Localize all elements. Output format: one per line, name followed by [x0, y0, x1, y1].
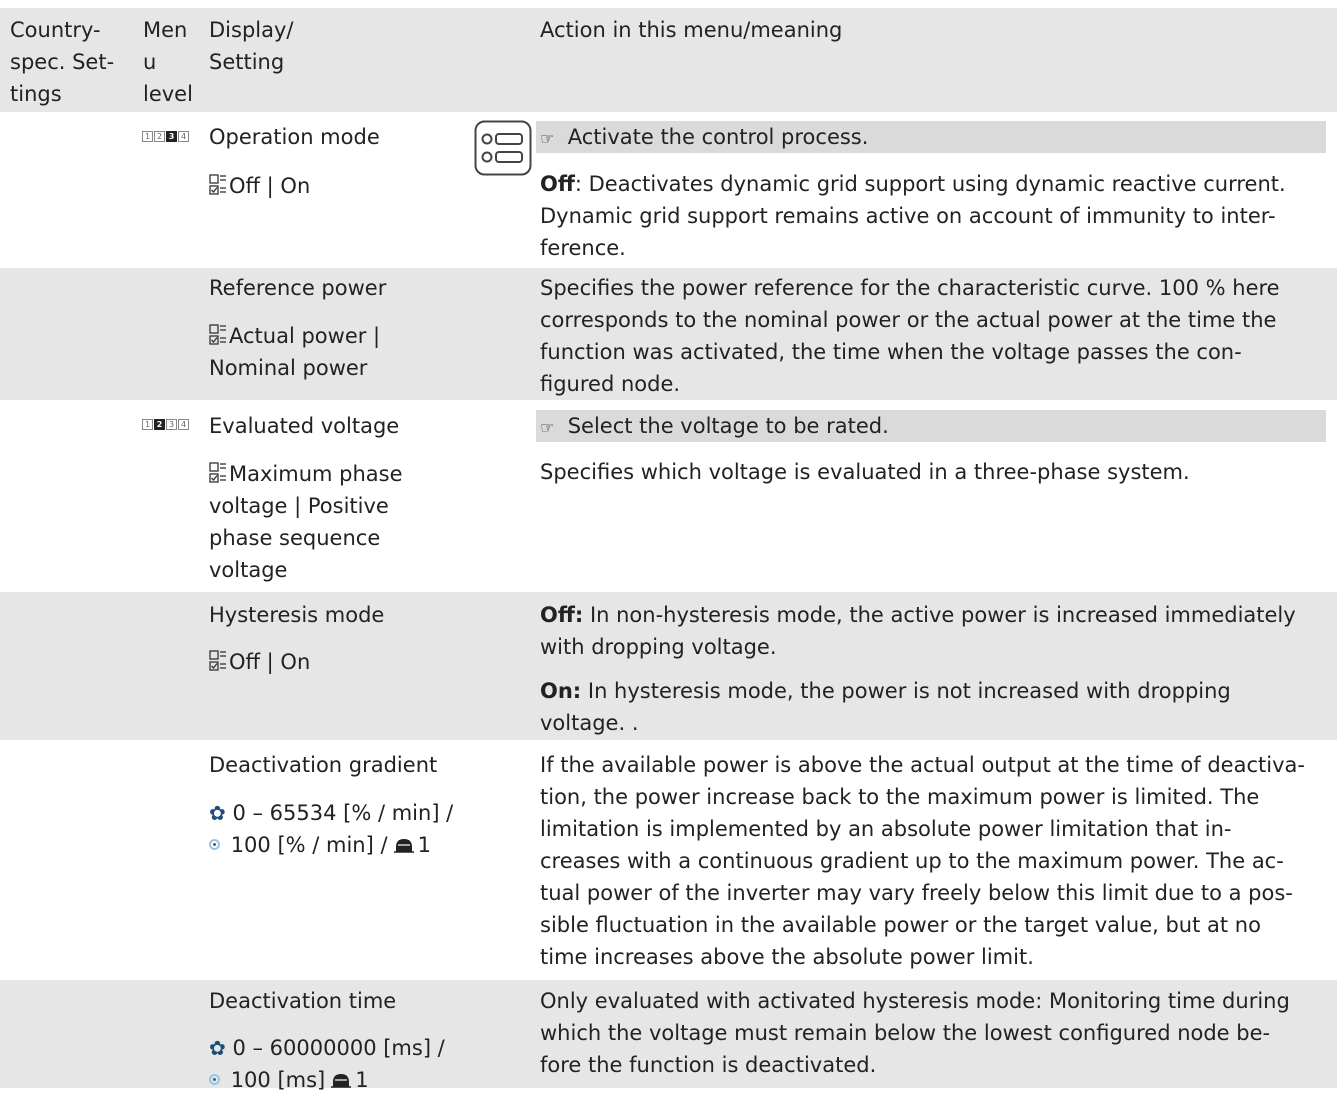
- setting-range: ✿ 0 – 65534 [% / min] /: [209, 801, 454, 825]
- setting-default: 100 [% / min] /1: [209, 829, 431, 861]
- setting-name: Evaluated voltage: [209, 414, 400, 438]
- header-menu-level: Men u level: [143, 18, 193, 106]
- setting-range: ✿ 0 – 60000000 [ms] /: [209, 1036, 445, 1060]
- action-hint: ☞ Select the voltage to be rated.: [540, 414, 889, 438]
- header-country: Country- spec. Set- tings: [10, 18, 115, 106]
- table-header: Country- spec. Set- tings Men u level Di…: [0, 8, 1337, 114]
- table-row: Deactivation gradient ✿ 0 – 65534 [% / m…: [0, 744, 1337, 978]
- select-list-icon: [209, 462, 226, 483]
- setting-options: Actual power | Nominal power: [209, 324, 381, 380]
- setting-name: Deactivation gradient: [209, 753, 438, 777]
- access-level-icon: [393, 839, 414, 853]
- action-description: Specifies which voltage is evaluated in …: [540, 460, 1190, 484]
- action-description-off: Off: In non-hysteresis mode, the active …: [540, 603, 1296, 659]
- setting-name: Reference power: [209, 276, 387, 300]
- header-action: Action in this menu/meaning: [540, 18, 843, 42]
- pointing-hand-icon: ☞: [540, 129, 555, 148]
- default-value-icon: [209, 1074, 220, 1085]
- menu-level-indicator: 1234: [142, 131, 189, 142]
- gear-icon: ✿: [209, 801, 226, 825]
- default-value-icon: [209, 839, 220, 850]
- table-row: Deactivation time ✿ 0 – 60000000 [ms] / …: [0, 980, 1337, 1092]
- setting-options: Maximum phase voltage | Positive phase s…: [209, 462, 403, 582]
- select-list-icon: [209, 650, 226, 671]
- setting-name: Hysteresis mode: [209, 603, 385, 627]
- header-display-setting: Display/ Setting: [209, 18, 294, 74]
- select-list-icon: [209, 174, 226, 195]
- action-description: If the available power is above the actu…: [540, 753, 1305, 969]
- setting-options: Off | On: [209, 646, 310, 678]
- table-row: 1234 Operation mode Off | On ☞ Activate …: [0, 116, 1337, 266]
- action-description: Specifies the power reference for the ch…: [540, 276, 1280, 396]
- menu-level-indicator: 1234: [142, 419, 189, 430]
- gear-icon: ✿: [209, 1036, 226, 1060]
- table-row: Hysteresis mode Off | On Off: In non-hys…: [0, 592, 1337, 742]
- pointing-hand-icon: ☞: [540, 418, 555, 437]
- select-list-icon: [209, 324, 226, 345]
- setting-options: Off | On: [209, 170, 310, 202]
- table-row: Reference power Actual power | Nominal p…: [0, 268, 1337, 402]
- control-panel-icon: [474, 120, 532, 176]
- access-level-icon: [331, 1074, 352, 1088]
- setting-name: Deactivation time: [209, 989, 397, 1013]
- action-description: Only evaluated with activated hysteresis…: [540, 989, 1290, 1077]
- setting-default: 100 [ms] 1: [209, 1064, 369, 1096]
- table-row: 1234 Evaluated voltage Maximum phase vol…: [0, 404, 1337, 590]
- action-description: Off: Deactivates dynamic grid support us…: [540, 172, 1286, 260]
- setting-name: Operation mode: [209, 125, 380, 149]
- action-description-on: On: In hysteresis mode, the power is not…: [540, 679, 1231, 735]
- action-hint: ☞ Activate the control process.: [540, 125, 869, 149]
